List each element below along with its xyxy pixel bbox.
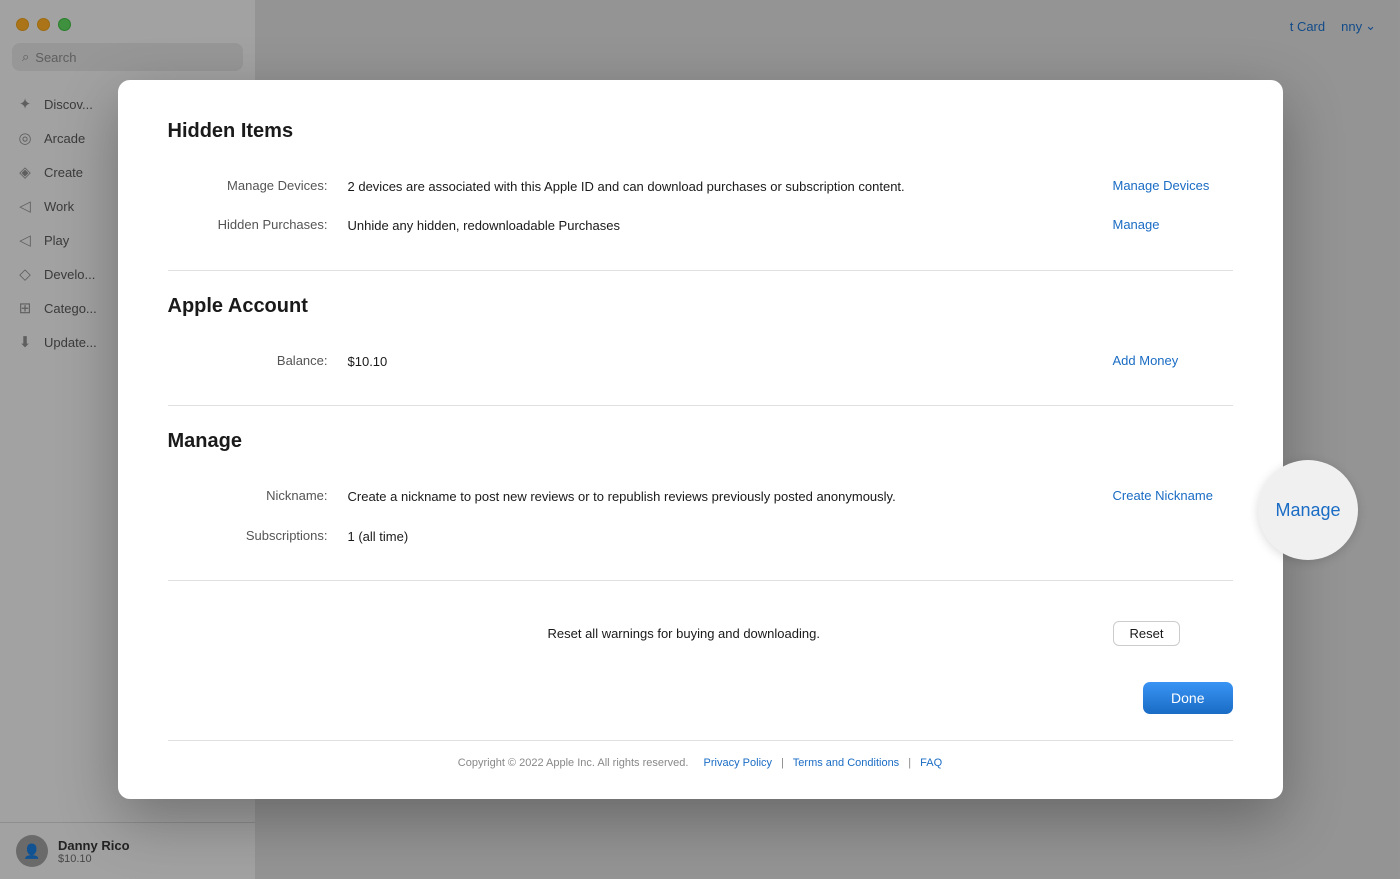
balance-label: Balance: [168,352,348,368]
add-money-button[interactable]: Add Money [1113,353,1179,368]
hidden-items-section: Hidden Items Manage Devices: 2 devices a… [168,120,1233,246]
manage-title: Manage [168,430,1233,453]
subscriptions-value: 1 (all time) [348,527,1093,547]
footer: Copyright © 2022 Apple Inc. All rights r… [168,740,1233,769]
hidden-purchases-description: Unhide any hidden, redownloadable Purcha… [348,216,1093,236]
hidden-items-title: Hidden Items [168,120,1233,143]
hidden-purchases-action-cell: Manage [1093,216,1233,234]
reset-button[interactable]: Reset [1113,621,1181,646]
reset-row: Reset all warnings for buying and downlo… [168,605,1233,662]
manage-hidden-purchases-button[interactable]: Manage [1113,217,1160,232]
modal-overlay: Hidden Items Manage Devices: 2 devices a… [0,0,1400,879]
manage-subscriptions-circle-button[interactable]: Manage [1258,460,1358,560]
manage-devices-label: Manage Devices: [168,177,348,193]
divider-1 [168,270,1233,271]
add-money-action-cell: Add Money [1093,352,1233,370]
create-nickname-button[interactable]: Create Nickname [1113,488,1213,503]
subscriptions-label: Subscriptions: [168,527,348,543]
hidden-purchases-label: Hidden Purchases: [168,216,348,232]
faq-link[interactable]: FAQ [920,757,942,769]
manage-devices-button[interactable]: Manage Devices [1113,178,1210,193]
manage-devices-action-cell: Manage Devices [1093,177,1233,195]
balance-row: Balance: $10.10 Add Money [168,342,1233,382]
balance-value: $10.10 [348,352,1093,372]
done-button[interactable]: Done [1143,682,1232,714]
reset-action-cell: Reset [1093,621,1233,646]
done-row: Done [168,662,1233,724]
apple-account-title: Apple Account [168,295,1233,318]
divider-3 [168,580,1233,581]
manage-circle-label: Manage [1275,500,1340,521]
manage-devices-description: 2 devices are associated with this Apple… [348,177,1093,197]
nickname-row: Nickname: Create a nickname to post new … [168,477,1233,517]
subscriptions-row: Subscriptions: 1 (all time) [168,517,1233,557]
hidden-purchases-row: Hidden Purchases: Unhide any hidden, red… [168,206,1233,246]
account-settings-modal: Hidden Items Manage Devices: 2 devices a… [118,80,1283,800]
privacy-policy-link[interactable]: Privacy Policy [704,757,772,769]
create-nickname-action-cell: Create Nickname [1093,487,1233,505]
manage-section: Manage Nickname: Create a nickname to po… [168,430,1233,556]
copyright-text: Copyright © 2022 Apple Inc. All rights r… [458,757,689,769]
divider-2 [168,405,1233,406]
nickname-description: Create a nickname to post new reviews or… [348,487,1093,507]
terms-link[interactable]: Terms and Conditions [793,757,899,769]
nickname-label: Nickname: [168,487,348,503]
manage-devices-row: Manage Devices: 2 devices are associated… [168,167,1233,207]
reset-description: Reset all warnings for buying and downlo… [348,624,1093,644]
apple-account-section: Apple Account Balance: $10.10 Add Money [168,295,1233,382]
